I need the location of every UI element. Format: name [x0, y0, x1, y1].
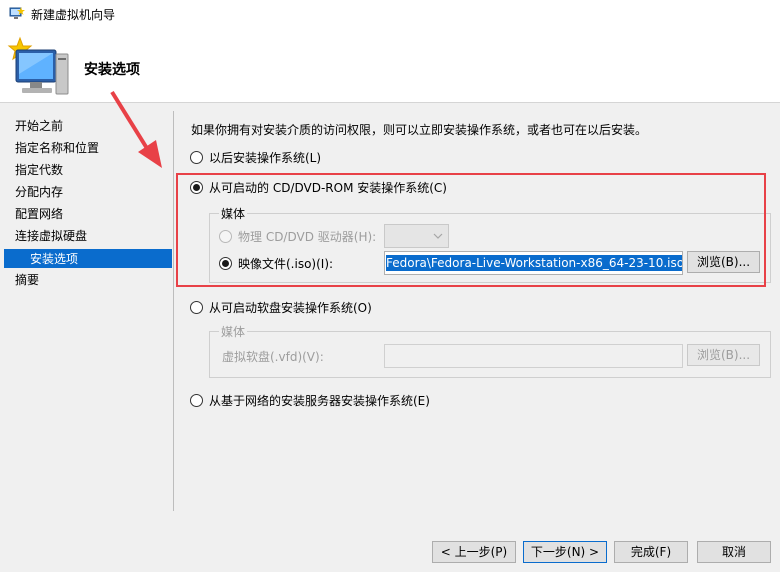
virtual-machine-icon [9, 7, 25, 19]
floppy-media-label: 媒体 [219, 323, 248, 340]
install-from-floppy-radio[interactable] [190, 301, 203, 314]
red-arrow-annotation [110, 90, 162, 168]
install-from-network-label[interactable]: 从基于网络的安装服务器安装操作系统(E) [209, 392, 430, 409]
next-button[interactable]: 下一步(N) > [523, 541, 607, 563]
intro-text: 如果你拥有对安装介质的访问权限，则可以立即安装操作系统，或者也可在以后安装。 [191, 123, 648, 137]
highlight-box [176, 173, 766, 287]
install-from-floppy-label[interactable]: 从可启动软盘安装操作系统(O) [209, 299, 372, 316]
page-title: 安装选项 [84, 62, 140, 78]
previous-button[interactable]: < 上一步(P) [432, 541, 516, 563]
install-later-radio[interactable] [190, 151, 203, 164]
virtual-floppy-input[interactable] [384, 344, 683, 368]
virtual-floppy-label: 虚拟软盘(.vfd)(V): [222, 350, 324, 364]
sidebar-item-label: 安装选项 [30, 252, 79, 266]
computer-monitor-icon [7, 36, 69, 95]
sidebar-item-installation-options[interactable]: 安装选项 [4, 249, 172, 268]
install-from-network-radio[interactable] [190, 394, 203, 407]
finish-button[interactable]: 完成(F) [614, 541, 688, 563]
install-later-label[interactable]: 以后安装操作系统(L) [209, 149, 321, 166]
sidebar-item-memory[interactable]: 分配内存 [15, 183, 63, 201]
window-title: 新建虚拟机向导 [31, 8, 116, 22]
sidebar-item-name-location[interactable]: 指定名称和位置 [15, 139, 99, 157]
sidebar-item-virtual-hard-disk[interactable]: 连接虚拟硬盘 [15, 227, 87, 245]
floppy-browse-button[interactable]: 浏览(B)... [687, 344, 760, 366]
sidebar-item-networking[interactable]: 配置网络 [15, 205, 63, 223]
title-bar: 新建虚拟机向导 [0, 0, 780, 30]
sidebar-item-before-you-begin[interactable]: 开始之前 [15, 117, 63, 135]
cancel-button[interactable]: 取消 [697, 541, 771, 563]
sidebar-item-generation[interactable]: 指定代数 [15, 161, 63, 179]
sidebar-item-summary[interactable]: 摘要 [15, 271, 39, 289]
sidebar-divider [173, 111, 174, 511]
